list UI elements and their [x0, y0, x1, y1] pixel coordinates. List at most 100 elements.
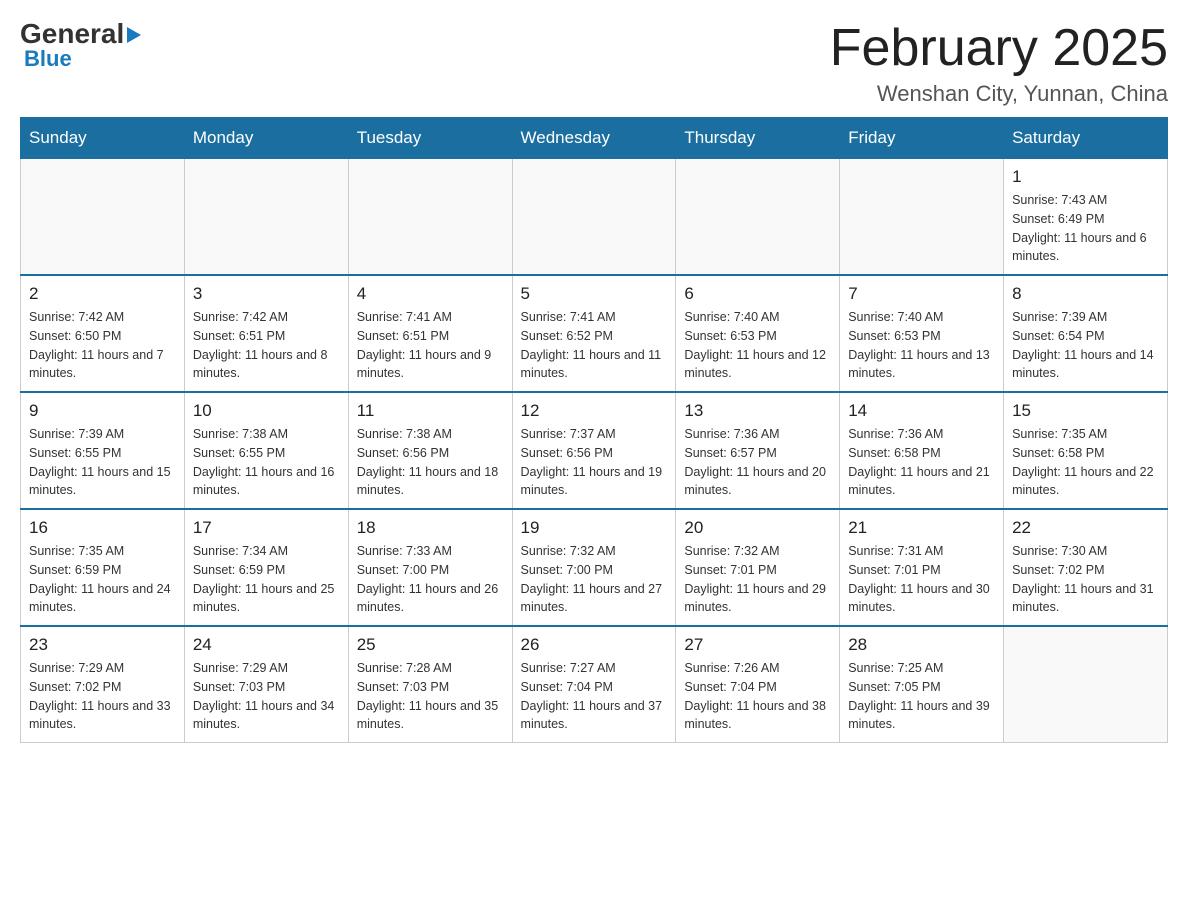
- table-row: [1004, 626, 1168, 743]
- header-monday: Monday: [184, 118, 348, 159]
- table-row: 11 Sunrise: 7:38 AMSunset: 6:56 PMDayligh…: [348, 392, 512, 509]
- day-info: Sunrise: 7:42 AMSunset: 6:50 PMDaylight:…: [29, 308, 176, 383]
- table-row: 9 Sunrise: 7:39 AMSunset: 6:55 PMDaylight…: [21, 392, 185, 509]
- day-info: Sunrise: 7:30 AMSunset: 7:02 PMDaylight:…: [1012, 542, 1159, 617]
- table-row: 5 Sunrise: 7:41 AMSunset: 6:52 PMDaylight…: [512, 275, 676, 392]
- day-info: Sunrise: 7:43 AMSunset: 6:49 PMDaylight:…: [1012, 191, 1159, 266]
- title-section: February 2025 Wenshan City, Yunnan, Chin…: [830, 20, 1168, 107]
- table-row: 12 Sunrise: 7:37 AMSunset: 6:56 PMDayligh…: [512, 392, 676, 509]
- day-info: Sunrise: 7:31 AMSunset: 7:01 PMDaylight:…: [848, 542, 995, 617]
- table-row: [676, 159, 840, 276]
- table-row: 25 Sunrise: 7:28 AMSunset: 7:03 PMDayligh…: [348, 626, 512, 743]
- table-row: 10 Sunrise: 7:38 AMSunset: 6:55 PMDayligh…: [184, 392, 348, 509]
- location-title: Wenshan City, Yunnan, China: [830, 81, 1168, 107]
- table-row: 8 Sunrise: 7:39 AMSunset: 6:54 PMDaylight…: [1004, 275, 1168, 392]
- table-row: [348, 159, 512, 276]
- day-number: 11: [357, 401, 504, 421]
- day-number: 22: [1012, 518, 1159, 538]
- day-info: Sunrise: 7:27 AMSunset: 7:04 PMDaylight:…: [521, 659, 668, 734]
- day-number: 3: [193, 284, 340, 304]
- table-row: 17Sunrise: 7:34 AMSunset: 6:59 PMDayligh…: [184, 509, 348, 626]
- page-header: General Blue February 2025 Wenshan City,…: [20, 20, 1168, 107]
- logo-blue: Blue: [24, 46, 72, 72]
- day-number: 20: [684, 518, 831, 538]
- header-sunday: Sunday: [21, 118, 185, 159]
- day-info: Sunrise: 7:35 AMSunset: 6:58 PMDaylight:…: [1012, 425, 1159, 500]
- day-info: Sunrise: 7:40 AMSunset: 6:53 PMDaylight:…: [848, 308, 995, 383]
- day-info: Sunrise: 7:40 AMSunset: 6:53 PMDaylight:…: [684, 308, 831, 383]
- header-saturday: Saturday: [1004, 118, 1168, 159]
- table-row: 26 Sunrise: 7:27 AMSunset: 7:04 PMDayligh…: [512, 626, 676, 743]
- day-number: 7: [848, 284, 995, 304]
- day-number: 27: [684, 635, 831, 655]
- day-number: 24: [193, 635, 340, 655]
- day-number: 16: [29, 518, 176, 538]
- table-row: 23Sunrise: 7:29 AMSunset: 7:02 PMDayligh…: [21, 626, 185, 743]
- day-number: 4: [357, 284, 504, 304]
- day-info: Sunrise: 7:32 AMSunset: 7:00 PMDaylight:…: [521, 542, 668, 617]
- day-number: 9: [29, 401, 176, 421]
- day-info: Sunrise: 7:32 AMSunset: 7:01 PMDaylight:…: [684, 542, 831, 617]
- day-info: Sunrise: 7:28 AMSunset: 7:03 PMDaylight:…: [357, 659, 504, 734]
- day-number: 13: [684, 401, 831, 421]
- day-number: 5: [521, 284, 668, 304]
- day-number: 21: [848, 518, 995, 538]
- header-tuesday: Tuesday: [348, 118, 512, 159]
- table-row: 27 Sunrise: 7:26 AMSunset: 7:04 PMDayligh…: [676, 626, 840, 743]
- table-row: 19 Sunrise: 7:32 AMSunset: 7:00 PMDayligh…: [512, 509, 676, 626]
- table-row: [840, 159, 1004, 276]
- week-row-3: 9 Sunrise: 7:39 AMSunset: 6:55 PMDaylight…: [21, 392, 1168, 509]
- weekday-header-row: Sunday Monday Tuesday Wednesday Thursday…: [21, 118, 1168, 159]
- day-info: Sunrise: 7:38 AMSunset: 6:55 PMDaylight:…: [193, 425, 340, 500]
- table-row: 14 Sunrise: 7:36 AMSunset: 6:58 PMDayligh…: [840, 392, 1004, 509]
- table-row: 6 Sunrise: 7:40 AMSunset: 6:53 PMDaylight…: [676, 275, 840, 392]
- day-number: 10: [193, 401, 340, 421]
- day-number: 15: [1012, 401, 1159, 421]
- week-row-1: 1 Sunrise: 7:43 AMSunset: 6:49 PMDaylight…: [21, 159, 1168, 276]
- day-number: 6: [684, 284, 831, 304]
- table-row: 15 Sunrise: 7:35 AMSunset: 6:58 PMDayligh…: [1004, 392, 1168, 509]
- table-row: 3 Sunrise: 7:42 AMSunset: 6:51 PMDaylight…: [184, 275, 348, 392]
- day-number: 19: [521, 518, 668, 538]
- table-row: 22 Sunrise: 7:30 AMSunset: 7:02 PMDayligh…: [1004, 509, 1168, 626]
- logo: General Blue: [20, 20, 141, 72]
- table-row: 16 Sunrise: 7:35 AMSunset: 6:59 PMDayligh…: [21, 509, 185, 626]
- table-row: 13 Sunrise: 7:36 AMSunset: 6:57 PMDayligh…: [676, 392, 840, 509]
- day-info: Sunrise: 7:41 AMSunset: 6:52 PMDaylight:…: [521, 308, 668, 383]
- day-info: Sunrise: 7:34 AMSunset: 6:59 PMDaylight:…: [193, 542, 340, 617]
- day-info: Sunrise: 7:26 AMSunset: 7:04 PMDaylight:…: [684, 659, 831, 734]
- day-number: 25: [357, 635, 504, 655]
- day-info: Sunrise: 7:35 AMSunset: 6:59 PMDaylight:…: [29, 542, 176, 617]
- week-row-2: 2 Sunrise: 7:42 AMSunset: 6:50 PMDaylight…: [21, 275, 1168, 392]
- month-title: February 2025: [830, 20, 1168, 77]
- table-row: [21, 159, 185, 276]
- table-row: 7 Sunrise: 7:40 AMSunset: 6:53 PMDaylight…: [840, 275, 1004, 392]
- table-row: 4 Sunrise: 7:41 AMSunset: 6:51 PMDaylight…: [348, 275, 512, 392]
- day-info: Sunrise: 7:29 AMSunset: 7:03 PMDaylight:…: [193, 659, 340, 734]
- logo-general: General: [20, 20, 141, 48]
- day-info: Sunrise: 7:36 AMSunset: 6:57 PMDaylight:…: [684, 425, 831, 500]
- table-row: 21 Sunrise: 7:31 AMSunset: 7:01 PMDayligh…: [840, 509, 1004, 626]
- day-info: Sunrise: 7:42 AMSunset: 6:51 PMDaylight:…: [193, 308, 340, 383]
- day-info: Sunrise: 7:39 AMSunset: 6:55 PMDaylight:…: [29, 425, 176, 500]
- day-number: 8: [1012, 284, 1159, 304]
- logo-arrow-icon: [127, 27, 141, 43]
- day-info: Sunrise: 7:41 AMSunset: 6:51 PMDaylight:…: [357, 308, 504, 383]
- day-info: Sunrise: 7:33 AMSunset: 7:00 PMDaylight:…: [357, 542, 504, 617]
- day-number: 12: [521, 401, 668, 421]
- day-number: 2: [29, 284, 176, 304]
- day-info: Sunrise: 7:38 AMSunset: 6:56 PMDaylight:…: [357, 425, 504, 500]
- header-wednesday: Wednesday: [512, 118, 676, 159]
- table-row: 18Sunrise: 7:33 AMSunset: 7:00 PMDayligh…: [348, 509, 512, 626]
- day-info: Sunrise: 7:39 AMSunset: 6:54 PMDaylight:…: [1012, 308, 1159, 383]
- table-row: 20 Sunrise: 7:32 AMSunset: 7:01 PMDayligh…: [676, 509, 840, 626]
- table-row: 24 Sunrise: 7:29 AMSunset: 7:03 PMDayligh…: [184, 626, 348, 743]
- day-number: 14: [848, 401, 995, 421]
- day-number: 1: [1012, 167, 1159, 187]
- header-thursday: Thursday: [676, 118, 840, 159]
- day-info: Sunrise: 7:36 AMSunset: 6:58 PMDaylight:…: [848, 425, 995, 500]
- day-number: 26: [521, 635, 668, 655]
- table-row: 2 Sunrise: 7:42 AMSunset: 6:50 PMDaylight…: [21, 275, 185, 392]
- day-info: Sunrise: 7:37 AMSunset: 6:56 PMDaylight:…: [521, 425, 668, 500]
- day-number: 28: [848, 635, 995, 655]
